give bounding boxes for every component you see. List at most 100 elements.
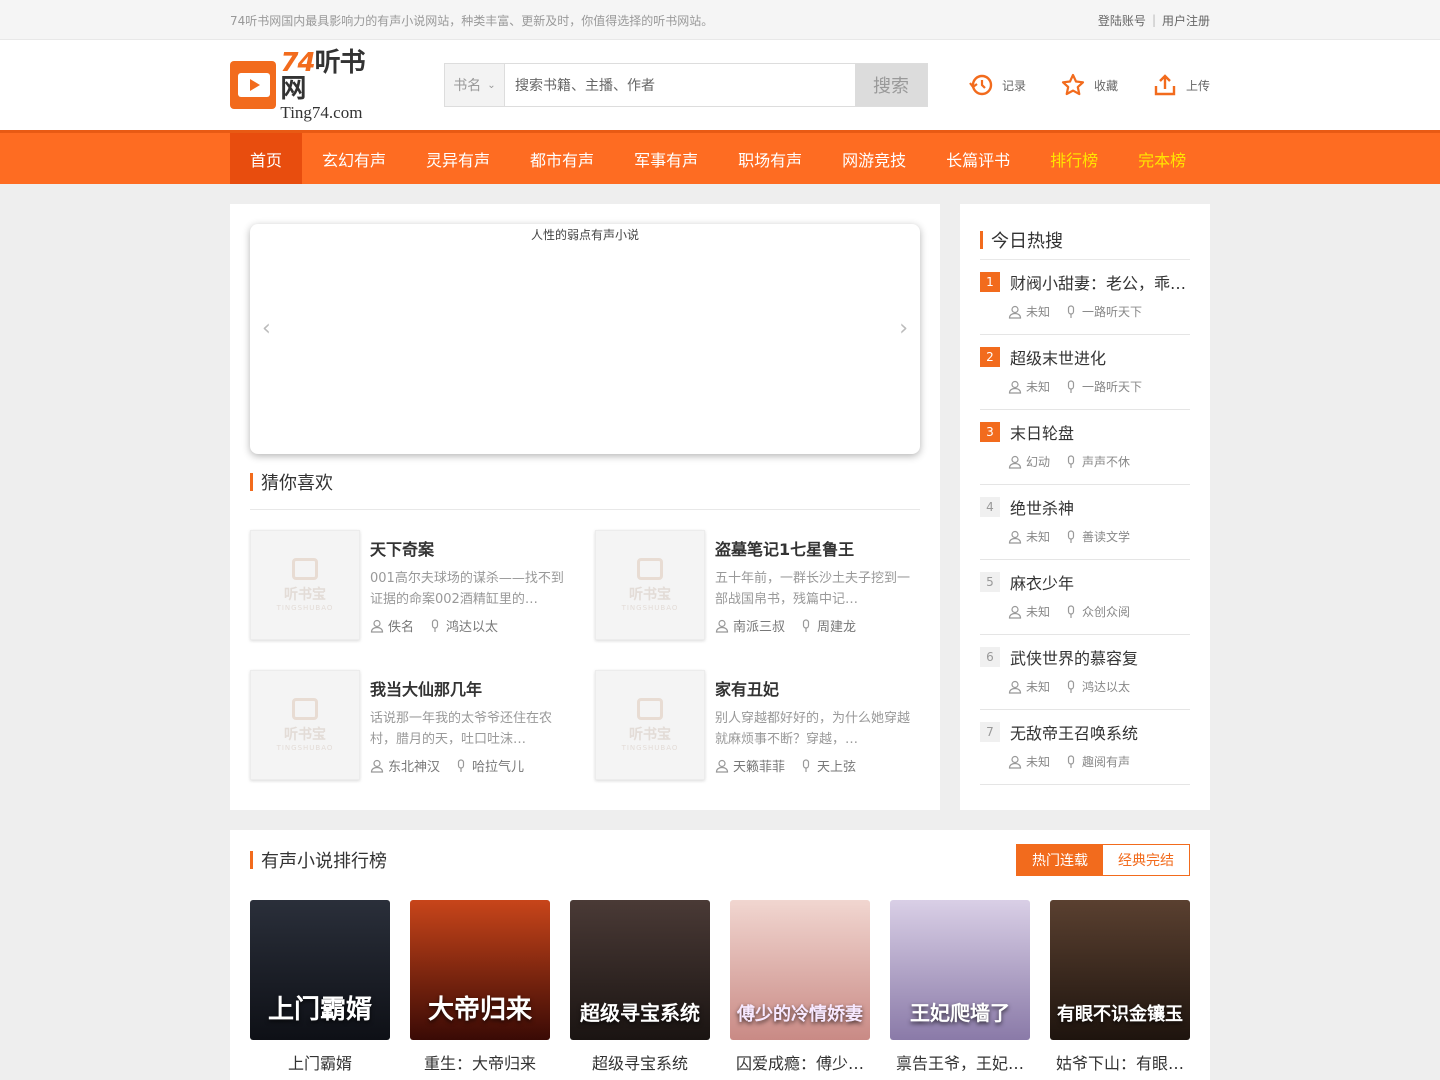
hot-book-name[interactable]: 麻衣少年 [1010, 570, 1190, 594]
hot-item[interactable]: 5 麻衣少年 未知 众创众阅 [980, 560, 1190, 635]
book-cover[interactable]: 超级寻宝系统 [570, 900, 710, 1040]
hot-book-name[interactable]: 武侠世界的慕容复 [1010, 645, 1190, 669]
nav-home[interactable]: 首页 [230, 133, 303, 184]
login-link[interactable]: 登陆账号 [1098, 12, 1146, 29]
cover-placeholder[interactable]: 听书宝 TINGSHUBAO [595, 670, 705, 780]
ranking-section-title: 有声小说排行榜 [250, 842, 387, 878]
hot-book-name[interactable]: 超级末世进化 [1010, 345, 1190, 369]
link-separator: | [1151, 13, 1156, 27]
hot-author: 未知 [1026, 680, 1051, 694]
book-name[interactable]: 我当大仙那几年 [370, 676, 570, 700]
hot-item[interactable]: 2 超级末世进化 未知 一路听天下 [980, 335, 1190, 410]
user-icon [370, 619, 384, 633]
nav-lingyi[interactable]: 灵异有声 [406, 133, 510, 184]
upload-button[interactable]: 上传 [1152, 72, 1210, 98]
hot-book-name[interactable]: 无敌帝王召唤系统 [1010, 720, 1190, 744]
hot-author: 未知 [1026, 380, 1051, 394]
rank-number: 5 [980, 572, 1000, 592]
header-tools: 记录 收藏 上传 [968, 72, 1210, 98]
nav-junshi[interactable]: 军事有声 [614, 133, 718, 184]
book-name[interactable]: 盗墓笔记1七星鲁王 [715, 536, 915, 560]
recommend-item[interactable]: 听书宝 TINGSHUBAO 家有丑妃 别人穿越都好好的，为什么她穿越就麻烦事不… [595, 670, 920, 780]
site-logo[interactable]: 74听书网 Ting74.com [230, 50, 386, 121]
ranking-book-title[interactable]: 上门霸婿 [250, 1050, 390, 1074]
user-icon [1008, 530, 1022, 544]
ranking-book-title[interactable]: 重生：大帝归来 [410, 1050, 550, 1074]
hot-item[interactable]: 7 无敌帝王召唤系统 未知 趣阅有声 [980, 710, 1190, 785]
book-cover[interactable]: 傅少的冷情娇妻 [730, 900, 870, 1040]
history-button[interactable]: 记录 [968, 72, 1026, 98]
hot-item[interactable]: 6 武侠世界的慕容复 未知 鸿达以太 [980, 635, 1190, 710]
banner-carousel[interactable]: 人性的弱点有声小说 ‹ › [250, 224, 920, 454]
recommend-item[interactable]: 听书宝 TINGSHUBAO 天下奇案 001高尔夫球场的谋杀——找不到证据的命… [250, 530, 595, 640]
search-button[interactable]: 搜索 [855, 64, 927, 106]
tab-hot-serial[interactable]: 热门连载 [1017, 845, 1103, 875]
ranking-book-title[interactable]: 超级寻宝系统 [570, 1050, 710, 1074]
search-type-select[interactable]: 书名 ⌄ [445, 64, 505, 106]
mic-icon [1067, 604, 1075, 618]
rank-number: 4 [980, 497, 1000, 517]
hot-item[interactable]: 3 末日轮盘 幻动 声声不休 [980, 410, 1190, 485]
recommend-item[interactable]: 听书宝 TINGSHUBAO 盗墓笔记1七星鲁王 五十年前，一群长沙土夫子挖到一… [595, 530, 920, 640]
mic-icon [1067, 454, 1075, 468]
hot-book-name[interactable]: 绝世杀神 [1010, 495, 1190, 519]
nav-zhichang[interactable]: 职场有声 [718, 133, 822, 184]
tab-classic-completed[interactable]: 经典完结 [1103, 845, 1189, 875]
rank-number: 2 [980, 347, 1000, 367]
hot-item[interactable]: 1 财阀小甜妻：老公，乖… 未知 一路听天下 [980, 260, 1190, 335]
book-cover[interactable]: 王妃爬墙了 [890, 900, 1030, 1040]
account-links: 登陆账号 | 用户注册 [1098, 12, 1210, 29]
nav-completed[interactable]: 完本榜 [1118, 133, 1206, 184]
placeholder-cn: 听书宝 [284, 727, 326, 743]
nav-pingshu[interactable]: 长篇评书 [926, 133, 1030, 184]
cover-title: 上门霸婿 [267, 995, 372, 1025]
nav-dushi[interactable]: 都市有声 [510, 133, 614, 184]
book-narrator: 天上弦 [817, 760, 857, 775]
book-cover[interactable]: 有眼不识金镶玉 [1050, 900, 1190, 1040]
hot-book-name[interactable]: 财阀小甜妻：老公，乖… [1010, 270, 1190, 294]
user-icon [1008, 380, 1022, 394]
hot-narrator: 一路听天下 [1082, 380, 1143, 394]
search-input[interactable]: 搜索书籍、主播、作者 [505, 64, 855, 106]
cover-placeholder[interactable]: 听书宝 TINGSHUBAO [595, 530, 705, 640]
mic-icon [1067, 754, 1075, 768]
mic-icon [1067, 379, 1075, 393]
book-name[interactable]: 家有丑妃 [715, 676, 915, 700]
hot-item[interactable]: 4 绝世杀神 未知 善读文学 [980, 485, 1190, 560]
top-bar: 74听书网国内最具影响力的有声小说网站，种类丰富、更新及时，你值得选择的听书网站… [0, 0, 1440, 40]
ranking-title-text: 有声小说排行榜 [261, 851, 387, 872]
mic-icon [802, 618, 810, 632]
ranking-book[interactable]: 上门霸婿 上门霸婿 [250, 900, 390, 1074]
ranking-book[interactable]: 傅少的冷情娇妻 囚爱成瘾：傅少… [730, 900, 870, 1074]
book-cover[interactable]: 大帝归来 [410, 900, 550, 1040]
ranking-book[interactable]: 有眼不识金镶玉 姑爷下山：有眼… [1050, 900, 1190, 1074]
favorites-button[interactable]: 收藏 [1060, 72, 1118, 98]
cover-placeholder[interactable]: 听书宝 TINGSHUBAO [250, 670, 360, 780]
ranking-book-title[interactable]: 囚爱成瘾：傅少… [730, 1050, 870, 1074]
ranking-book[interactable]: 大帝归来 重生：大帝归来 [410, 900, 550, 1074]
ranking-book-title[interactable]: 禀告王爷，王妃… [890, 1050, 1030, 1074]
user-icon [1008, 605, 1022, 619]
book-name[interactable]: 天下奇案 [370, 536, 570, 560]
recommend-item[interactable]: 听书宝 TINGSHUBAO 我当大仙那几年 话说那一年我的太爷爷还住在农村，腊… [250, 670, 595, 780]
hot-author: 未知 [1026, 530, 1051, 544]
nav-xuanhuan[interactable]: 玄幻有声 [302, 133, 406, 184]
user-icon [715, 759, 729, 773]
hot-book-name[interactable]: 末日轮盘 [1010, 420, 1190, 444]
chevron-left-icon[interactable]: ‹ [262, 316, 271, 341]
ranking-book-title[interactable]: 姑爷下山：有眼… [1050, 1050, 1190, 1074]
placeholder-en: TINGSHUBAO [621, 604, 679, 612]
cover-placeholder[interactable]: 听书宝 TINGSHUBAO [250, 530, 360, 640]
register-link[interactable]: 用户注册 [1162, 12, 1210, 29]
nav-wangyou[interactable]: 网游竞技 [822, 133, 926, 184]
logo-en: Ting74.com [280, 102, 363, 122]
nav-ranking[interactable]: 排行榜 [1030, 133, 1118, 184]
placeholder-cn: 听书宝 [629, 587, 671, 603]
history-icon [969, 74, 993, 96]
logo-icon [230, 61, 277, 109]
book-cover[interactable]: 上门霸婿 [250, 900, 390, 1040]
ranking-book[interactable]: 王妃爬墙了 禀告王爷，王妃… [890, 900, 1030, 1074]
chevron-right-icon[interactable]: › [899, 316, 908, 341]
hot-author: 幻动 [1026, 455, 1051, 469]
ranking-book[interactable]: 超级寻宝系统 超级寻宝系统 [570, 900, 710, 1074]
